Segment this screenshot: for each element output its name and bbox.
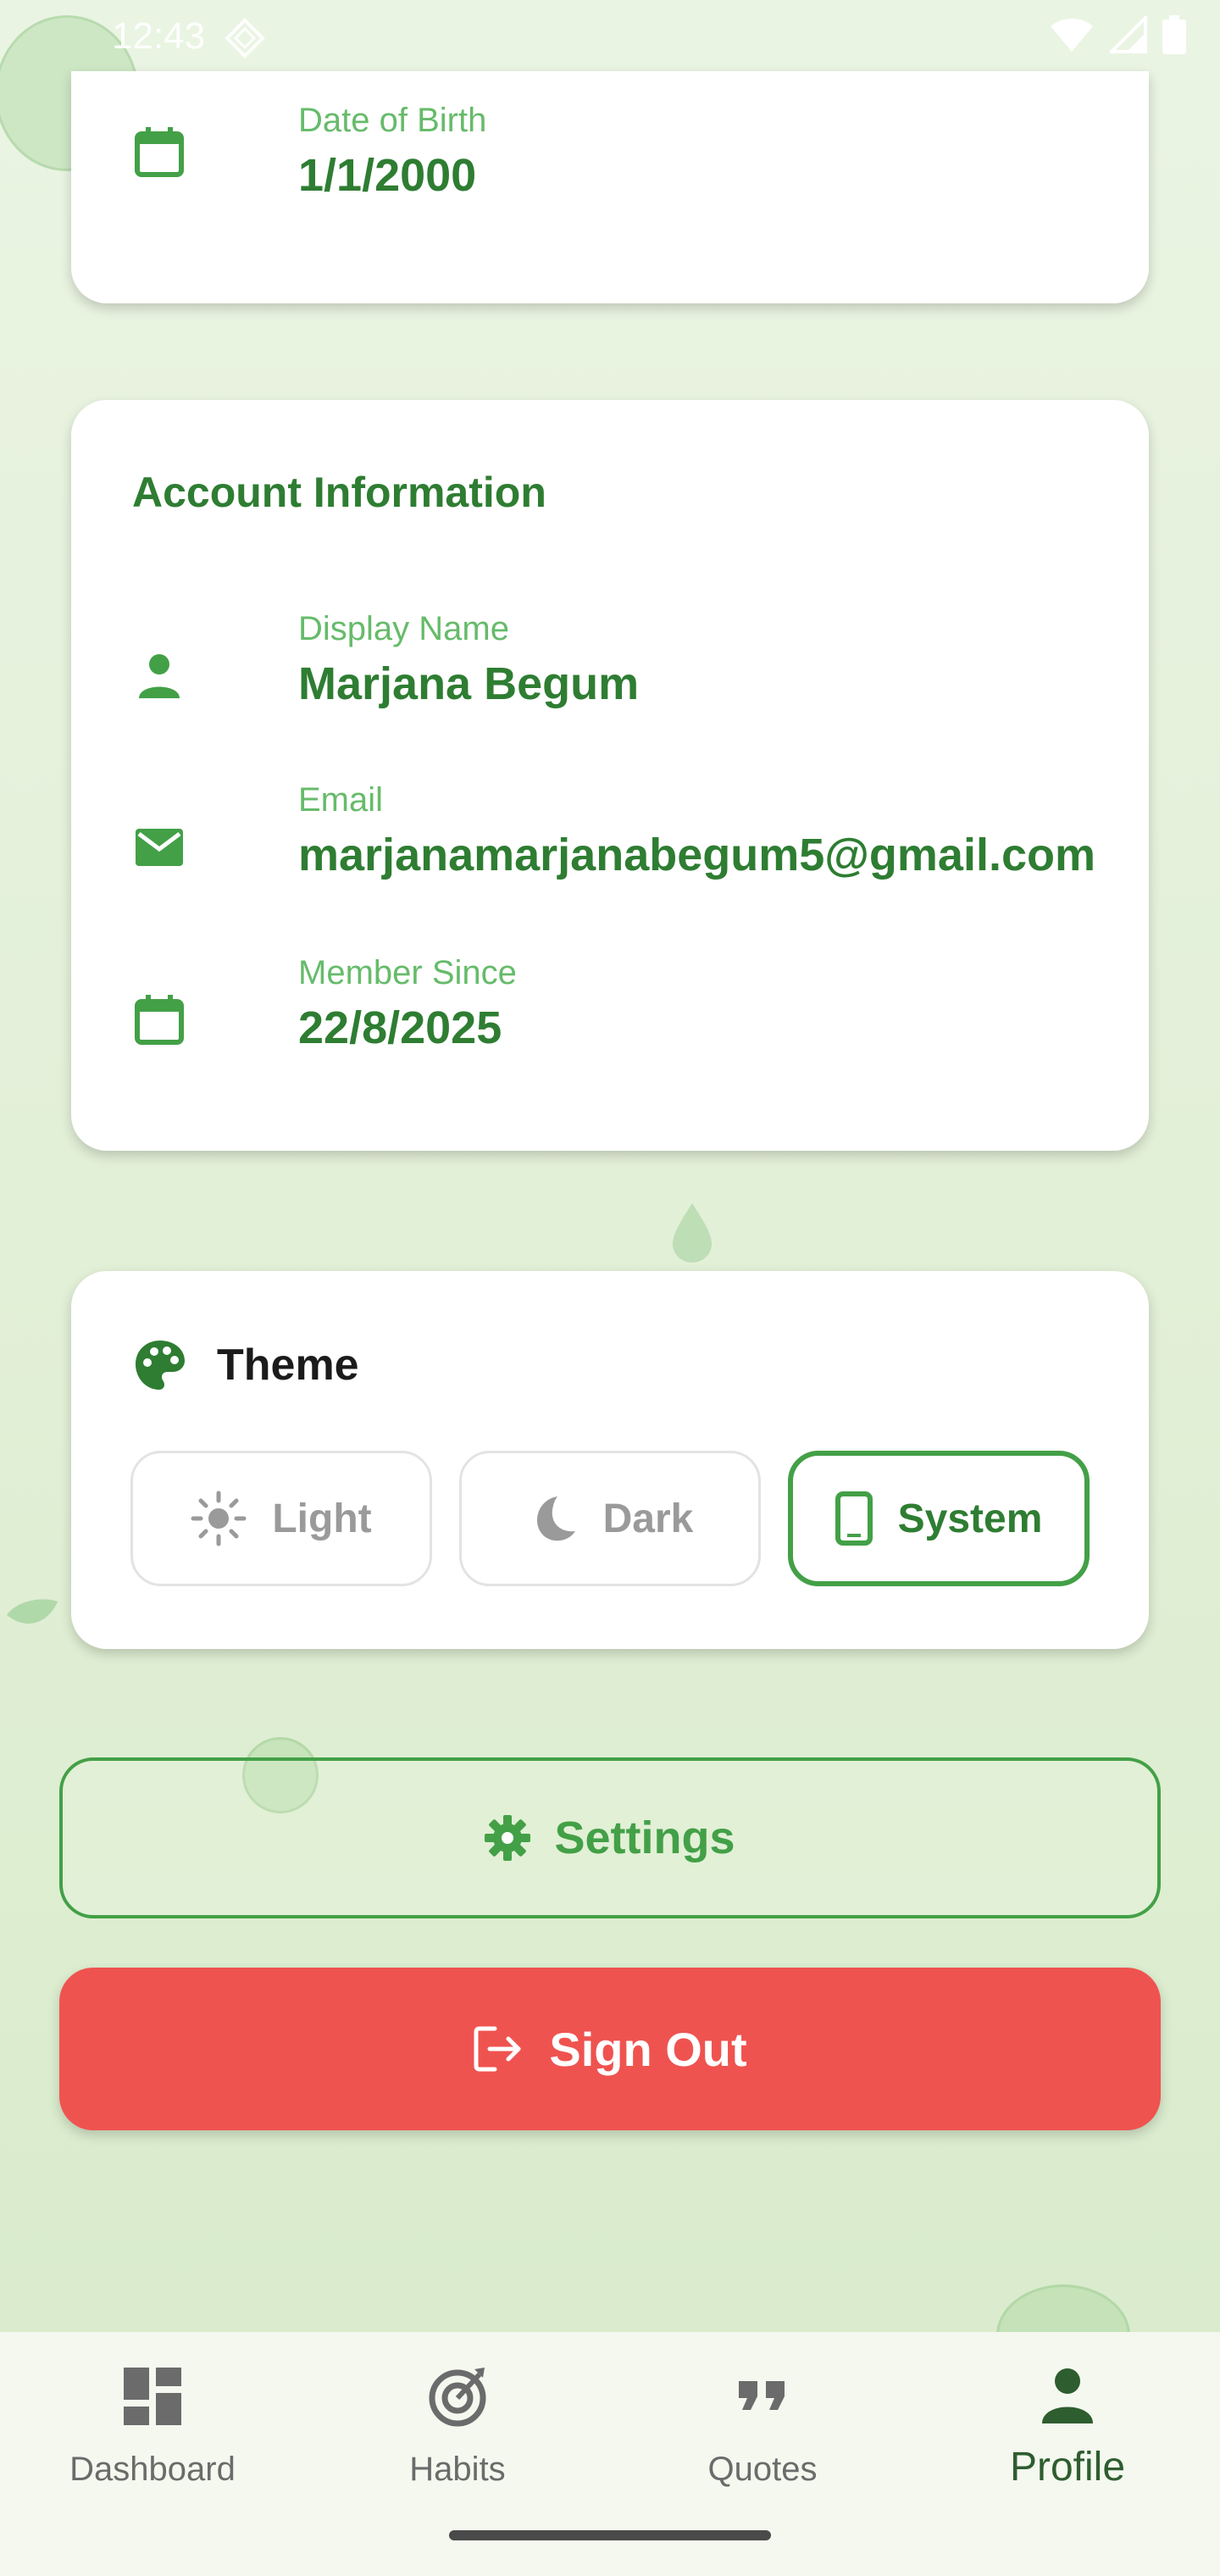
person-icon	[1042, 2368, 1093, 2423]
decor-leaf-icon	[673, 1203, 712, 1263]
nav-item-dashboard[interactable]: Dashboard	[0, 2332, 305, 2518]
dashboard-icon	[124, 2368, 181, 2425]
account-info-card: Account Information Display Name Marjana…	[71, 400, 1149, 1151]
email-value: marjanamarjanabegum5@gmail.com	[298, 830, 1095, 880]
theme-option-system[interactable]: System	[788, 1451, 1090, 1586]
email-row: Email marjanamarjanabegum5@gmail.com	[132, 781, 1098, 900]
account-info-title: Account Information	[132, 469, 546, 516]
gear-icon	[485, 1815, 531, 1861]
theme-option-light-label: Light	[272, 1496, 372, 1541]
dob-value: 1/1/2000	[298, 150, 477, 201]
sign-out-button-label: Sign Out	[549, 2022, 747, 2076]
display-name-label: Display Name	[298, 610, 509, 647]
dob-label: Date of Birth	[298, 102, 487, 139]
quote-icon	[739, 2381, 785, 2410]
calendar-icon	[135, 127, 184, 177]
settings-button-label: Settings	[554, 1813, 735, 1863]
nav-label-dashboard: Dashboard	[69, 2451, 236, 2488]
theme-option-dark-label: Dark	[602, 1496, 694, 1541]
nav-item-profile[interactable]: Profile	[915, 2332, 1220, 2518]
nav-item-quotes[interactable]: Quotes	[610, 2332, 915, 2518]
mail-icon	[136, 829, 183, 866]
nav-label-profile: Profile	[1009, 2445, 1126, 2490]
email-label: Email	[298, 781, 384, 819]
wifi-icon	[1051, 19, 1093, 52]
theme-option-light[interactable]: Light	[130, 1451, 432, 1586]
member-since-value: 22/8/2025	[298, 1002, 502, 1053]
personal-info-card: Date of Birth 1/1/2000	[71, 71, 1149, 303]
status-time: 12:43	[112, 15, 206, 57]
home-indicator[interactable]	[449, 2530, 771, 2540]
display-name-value: Marjana Begum	[298, 658, 640, 709]
nav-label-quotes: Quotes	[707, 2451, 818, 2488]
battery-icon	[1162, 15, 1186, 54]
theme-option-system-label: System	[897, 1496, 1043, 1541]
theme-option-dark[interactable]: Dark	[459, 1451, 761, 1586]
sign-out-button[interactable]: Sign Out	[59, 1968, 1161, 2130]
decor-leaf-icon	[7, 1599, 58, 1624]
display-name-row: Display Name Marjana Begum	[132, 610, 1098, 729]
status-bar: 12:43	[0, 0, 1220, 71]
nav-item-habits[interactable]: Habits	[305, 2332, 610, 2518]
theme-title: Theme	[217, 1341, 359, 1390]
nav-label-habits: Habits	[409, 2451, 506, 2488]
member-since-row: Member Since 22/8/2025	[132, 954, 1098, 1073]
phone-icon	[835, 1491, 873, 1546]
logout-icon	[474, 2026, 521, 2072]
palette-icon	[136, 1341, 185, 1390]
person-icon	[139, 654, 180, 698]
settings-button[interactable]: Settings	[59, 1757, 1161, 1918]
cast-icon	[225, 18, 265, 58]
theme-header: Theme	[132, 1335, 359, 1395]
target-icon	[429, 2368, 486, 2427]
calendar-icon	[135, 995, 184, 1045]
signal-icon	[1110, 16, 1147, 53]
sun-icon	[191, 1491, 247, 1546]
dob-row: Date of Birth 1/1/2000	[132, 102, 1098, 220]
member-since-label: Member Since	[298, 954, 517, 991]
theme-card: Theme Light Dark System	[71, 1271, 1149, 1649]
moon-icon	[536, 1496, 575, 1541]
